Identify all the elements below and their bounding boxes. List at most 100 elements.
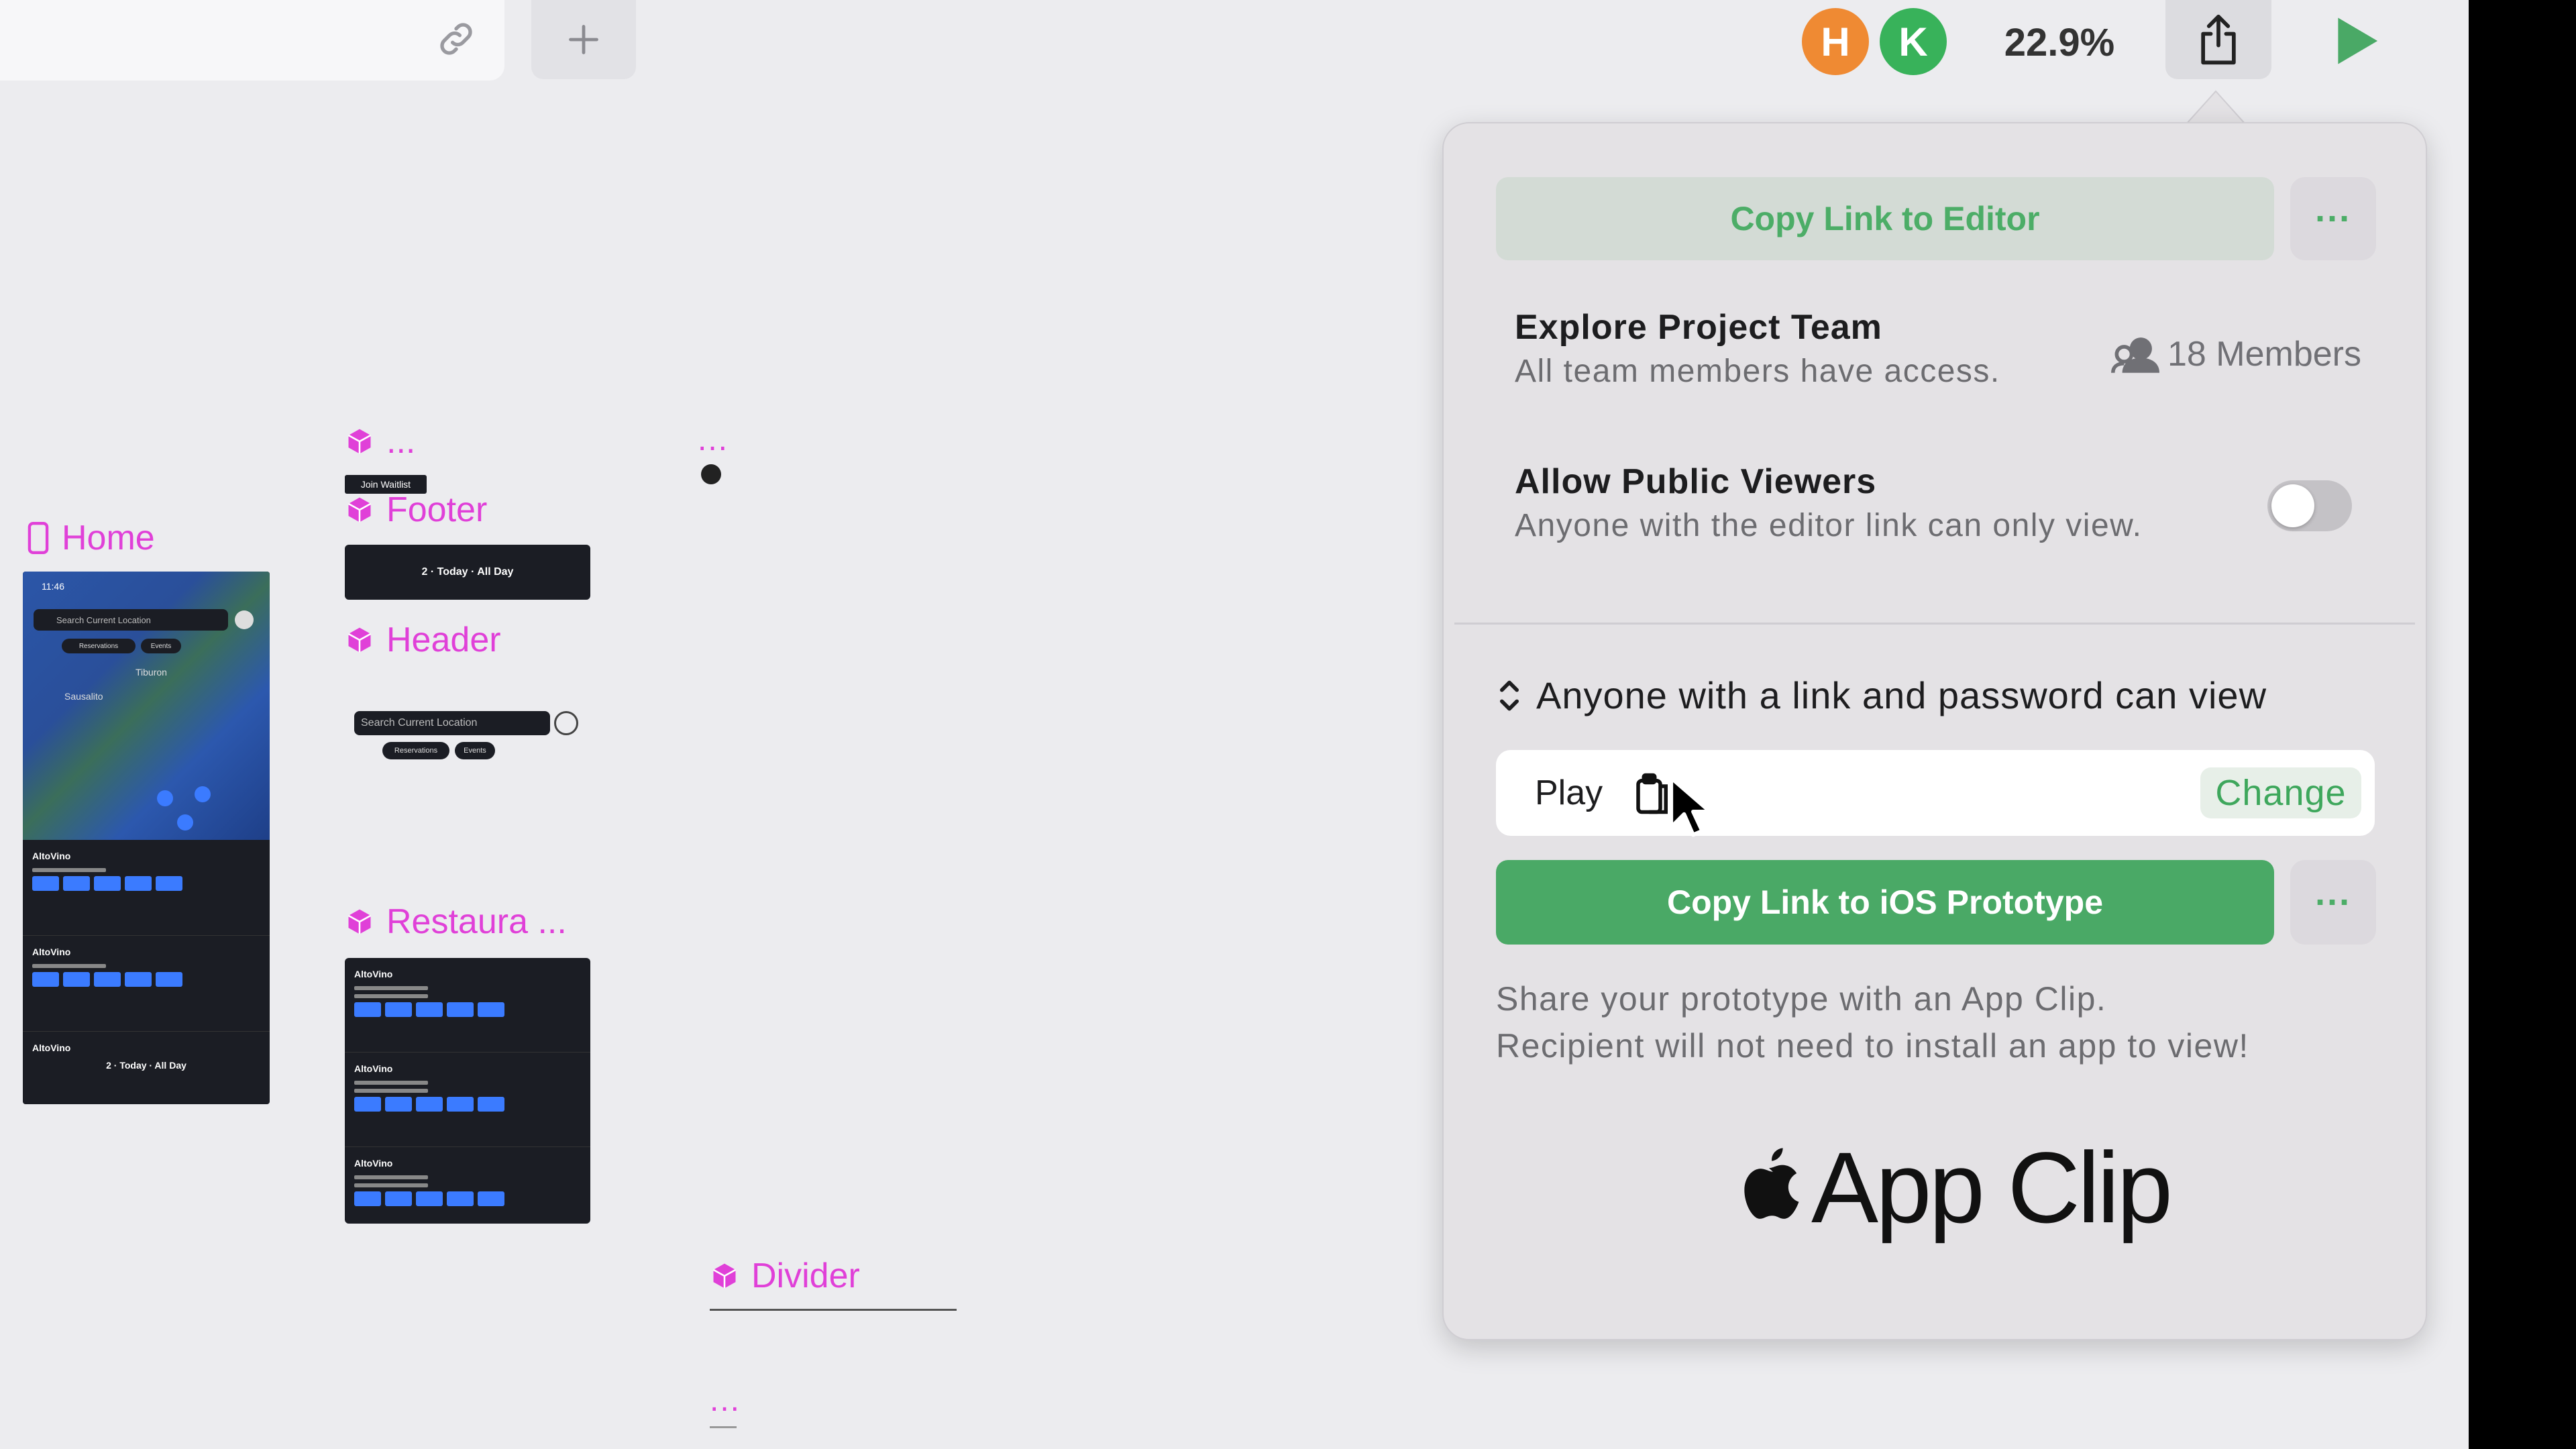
header-preview-avatar	[554, 711, 578, 735]
card-title: AltoVino	[354, 969, 393, 979]
chip: Events	[141, 639, 181, 653]
phone-icon	[28, 522, 49, 554]
share-note-line: Share your prototype with an App Clip.	[1496, 980, 2107, 1018]
link-icon[interactable]	[429, 12, 483, 66]
component-label-unnamed[interactable]: ...	[345, 421, 415, 462]
avatar-initial: H	[1821, 19, 1850, 64]
button-label: Copy Link to iOS Prototype	[1666, 883, 2104, 921]
card-title: AltoVino	[354, 1063, 393, 1074]
public-viewers-title: Allow Public Viewers	[1515, 462, 1877, 501]
component-icon	[347, 497, 372, 523]
access-mode-selector[interactable]: Anyone with a link and password can view	[1496, 674, 2267, 717]
map-preview: 11:46 Search Current Location Reservatio…	[23, 572, 270, 840]
public-viewers-subtitle: Anyone with the editor link can only vie…	[1515, 508, 2143, 543]
share-note: Share your prototype with an App Clip. R…	[1496, 975, 2395, 1069]
people-icon	[2111, 337, 2159, 373]
add-button[interactable]	[531, 0, 636, 79]
password-field[interactable]: Play Change	[1496, 750, 2375, 837]
preview-text: Join Waitlist	[360, 479, 411, 490]
chevron-updown-icon	[1500, 680, 1519, 710]
share-icon	[2201, 14, 2236, 65]
avatar	[235, 610, 254, 629]
chip-text: Reservations	[394, 747, 438, 755]
team-subtitle: All team members have access.	[1515, 354, 2000, 389]
button-label: Copy Link to Editor	[1730, 200, 2040, 237]
divider-preview[interactable]	[710, 1309, 957, 1311]
zoom-level[interactable]: 22.9%	[1992, 20, 2127, 67]
copy-link-editor-button[interactable]: Copy Link to Editor	[1496, 177, 2274, 260]
component-icon	[347, 909, 372, 934]
editor-more-button[interactable]: ···	[2290, 177, 2376, 260]
copy-password-icon[interactable]	[1633, 771, 1673, 816]
members-button[interactable]: 18 Members	[2080, 327, 2361, 381]
card-title: AltoVino	[32, 851, 71, 861]
footer-preview[interactable]: 2 · Today · All Day	[345, 545, 590, 600]
component-name: Footer	[386, 490, 488, 529]
share-popover: Copy Link to Editor ··· Explore Project …	[1442, 122, 2427, 1340]
play-button[interactable]	[2326, 11, 2387, 71]
component-label-footer[interactable]: Footer	[345, 490, 487, 530]
header-preview-chip: Reservations	[382, 742, 449, 759]
mouse-cursor-icon	[1669, 775, 1712, 837]
card-title: AltoVino	[32, 1042, 71, 1053]
change-password-button[interactable]: Change	[2200, 767, 2361, 818]
copy-link-ios-button[interactable]: Copy Link to iOS Prototype	[1496, 860, 2274, 945]
section-divider	[1454, 623, 2415, 625]
map-label: Sausalito	[64, 691, 103, 702]
search-text: Search Current Location	[56, 614, 151, 625]
chip-text: Events	[464, 747, 486, 755]
chip-text: Events	[150, 642, 172, 650]
password-value: Play	[1535, 773, 1603, 812]
ios-more-button[interactable]: ···	[2290, 860, 2376, 945]
component-label-restaurant[interactable]: Restaura ...	[345, 902, 567, 942]
avatar-k[interactable]: K	[1880, 8, 1947, 75]
avatar-initial: K	[1898, 19, 1928, 64]
app-clip-wordmark: App Clip	[1811, 1131, 2173, 1244]
component-icon	[347, 429, 372, 454]
map-search: Search Current Location	[34, 609, 228, 631]
small-divider-preview	[710, 1426, 737, 1428]
small-dot-component[interactable]	[701, 464, 721, 484]
component-name: Header	[386, 621, 501, 659]
component-name: ...	[386, 422, 416, 461]
ellipsis-component[interactable]: ...	[698, 421, 729, 458]
component-label-divider[interactable]: Divider	[710, 1256, 860, 1296]
toggle-knob	[2271, 484, 2314, 527]
component-name: Restaura ...	[386, 902, 567, 941]
component-label-header[interactable]: Header	[345, 620, 501, 660]
header-preview-chip: Events	[455, 742, 495, 759]
share-note-line: Recipient will not need to install an ap…	[1496, 1027, 2249, 1065]
chip: Reservations	[62, 639, 136, 653]
play-icon	[2338, 17, 2378, 64]
popover-arrow	[2186, 90, 2246, 125]
map-pin	[177, 814, 193, 830]
chip-text: Reservations	[78, 642, 119, 650]
window-edge	[2469, 0, 2576, 1449]
apple-logo-icon	[1744, 1147, 1799, 1219]
button-label: Change	[2215, 773, 2347, 813]
map-label: Tiburon	[136, 667, 167, 678]
status-time: 11:46	[42, 581, 64, 592]
ellipsis-component[interactable]: ...	[710, 1382, 741, 1419]
plus-icon	[569, 25, 598, 54]
header-preview-search[interactable]: Search Current Location	[354, 711, 550, 735]
share-button[interactable]	[2165, 0, 2271, 79]
screen-name: Home	[62, 519, 155, 557]
preview-text: 2 · Today · All Day	[421, 566, 514, 578]
footer-text: 2 · Today · All Day	[106, 1060, 186, 1071]
team-title: Explore Project Team	[1515, 308, 1882, 347]
map-pin	[157, 790, 173, 806]
public-viewers-toggle[interactable]	[2267, 480, 2352, 531]
component-name: Divider	[751, 1256, 860, 1295]
component-icon	[347, 627, 372, 653]
restaurant-preview[interactable]: AltoVino AltoVino AltoVino	[345, 958, 590, 1224]
members-count: 18 Members	[2167, 335, 2361, 374]
screen-label-home[interactable]: Home	[27, 518, 155, 558]
access-mode-label: Anyone with a link and password can view	[1536, 674, 2267, 716]
card-title: AltoVino	[354, 1158, 393, 1169]
app-clip-logo: App Clip	[1732, 1130, 2173, 1246]
map-pin	[195, 786, 211, 802]
home-screen-preview[interactable]: 11:46 Search Current Location Reservatio…	[23, 572, 270, 1104]
component-icon	[712, 1263, 737, 1289]
avatar-h[interactable]: H	[1802, 8, 1869, 75]
